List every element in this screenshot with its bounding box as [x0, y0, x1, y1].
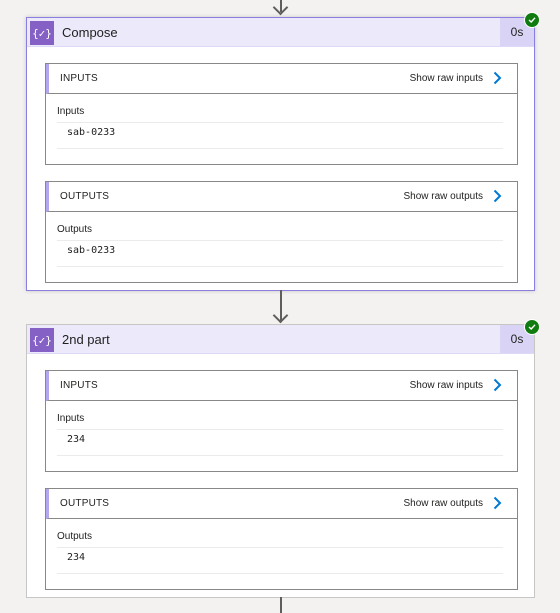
- inputs-field-label: Inputs: [57, 413, 85, 424]
- outputs-value-box: 234: [57, 547, 503, 574]
- outputs-section-label: OUTPUTS: [60, 191, 110, 202]
- chevron-right-icon[interactable]: [493, 189, 502, 203]
- outputs-field-label: Outputs: [57, 224, 93, 235]
- show-raw-outputs-link[interactable]: Show raw outputs: [404, 498, 484, 509]
- show-raw-inputs-link[interactable]: Show raw inputs: [410, 73, 483, 84]
- outputs-section: OUTPUTS Show raw outputs Outputs sab-023…: [45, 181, 518, 283]
- action-title: 2nd part: [62, 332, 110, 347]
- inputs-section-header[interactable]: INPUTS Show raw inputs: [46, 64, 517, 94]
- braces-icon: {✓}: [30, 21, 54, 45]
- action-card-compose[interactable]: {✓} Compose 0s INPUTS Show raw inputs In…: [26, 12, 540, 291]
- flow-arrow-down-icon: [272, 0, 289, 16]
- outputs-section-label: OUTPUTS: [60, 498, 110, 509]
- action-title: Compose: [62, 25, 118, 40]
- show-raw-outputs-link[interactable]: Show raw outputs: [404, 191, 484, 202]
- inputs-section-label: INPUTS: [60, 380, 98, 391]
- inputs-section-header[interactable]: INPUTS Show raw inputs: [46, 371, 517, 401]
- chevron-right-icon[interactable]: [493, 496, 502, 510]
- outputs-value: 234: [67, 552, 86, 563]
- inputs-value-box: sab-0233: [57, 122, 503, 149]
- inputs-section: INPUTS Show raw inputs Inputs sab-0233: [45, 63, 518, 165]
- braces-icon: {✓}: [30, 328, 54, 352]
- success-check-icon: [524, 12, 540, 28]
- show-raw-inputs-link[interactable]: Show raw inputs: [410, 380, 483, 391]
- action-card-header[interactable]: {✓} Compose 0s: [27, 12, 540, 47]
- inputs-value-box: 234: [57, 429, 503, 456]
- inputs-field-label: Inputs: [57, 106, 85, 117]
- outputs-value-box: sab-0233: [57, 240, 503, 267]
- outputs-value: sab-0233: [67, 245, 116, 256]
- inputs-value: 234: [67, 434, 86, 445]
- inputs-value: sab-0233: [67, 127, 116, 138]
- flow-arrow-down-icon: [272, 307, 289, 324]
- success-check-icon: [524, 319, 540, 335]
- inputs-section: INPUTS Show raw inputs Inputs 234: [45, 370, 518, 472]
- action-card-2nd-part[interactable]: {✓} 2nd part 0s INPUTS Show raw inputs I…: [26, 319, 540, 598]
- chevron-right-icon[interactable]: [493, 378, 502, 392]
- flow-connector-bottom: [280, 597, 282, 613]
- outputs-section: OUTPUTS Show raw outputs Outputs 234: [45, 488, 518, 590]
- outputs-field-label: Outputs: [57, 531, 93, 542]
- inputs-section-label: INPUTS: [60, 73, 98, 84]
- outputs-section-header[interactable]: OUTPUTS Show raw outputs: [46, 489, 517, 519]
- outputs-section-header[interactable]: OUTPUTS Show raw outputs: [46, 182, 517, 212]
- chevron-right-icon[interactable]: [493, 71, 502, 85]
- action-card-header[interactable]: {✓} 2nd part 0s: [27, 319, 540, 354]
